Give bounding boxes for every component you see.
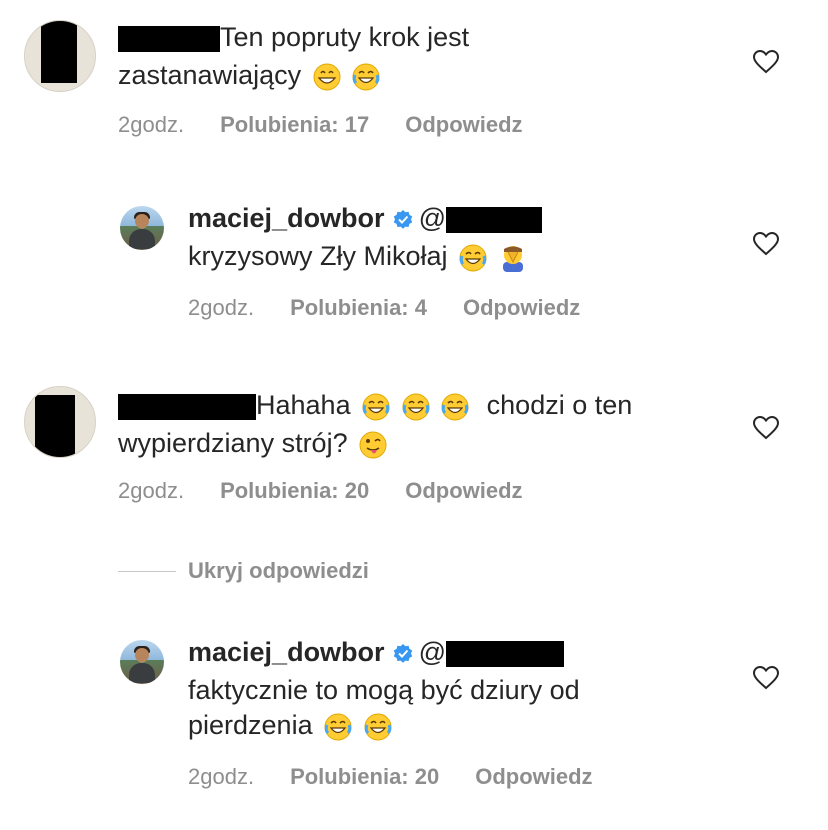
likes-count[interactable]: Polubienia: 20 — [220, 478, 369, 503]
avatar[interactable] — [24, 20, 96, 92]
head — [135, 648, 149, 662]
timestamp: 2godz. — [118, 478, 185, 503]
heart-icon[interactable] — [753, 50, 779, 74]
face-with-tears-of-joy-icon — [362, 393, 390, 421]
avatar[interactable] — [24, 386, 96, 458]
comment-text: faktycznie to mogą być dziury od — [188, 675, 580, 705]
redacted-username — [118, 393, 256, 420]
heart-icon[interactable] — [753, 232, 779, 256]
timestamp: 2godz. — [188, 764, 255, 789]
hide-replies-button[interactable]: Ukryj odpowiedzi — [188, 558, 369, 584]
grinning-face-icon — [313, 63, 341, 91]
winking-face-with-tongue-icon — [359, 431, 387, 459]
comment-text: Ten popruty krok jest — [220, 22, 470, 52]
comment-text: pierdzenia — [188, 710, 313, 740]
man-facepalming-icon — [502, 245, 523, 272]
likes-count[interactable]: Polubienia: 20 — [290, 764, 439, 789]
hide-replies-divider — [118, 571, 176, 572]
likes-count[interactable]: Polubienia: 17 — [220, 112, 369, 137]
verified-badge-icon — [393, 643, 412, 663]
verified-badge-icon — [393, 209, 412, 229]
comment-text: kryzysowy Zły Mikołaj — [188, 241, 448, 271]
comment-text: chodzi o ten — [486, 390, 633, 420]
face-with-tears-of-joy-icon — [402, 393, 430, 421]
face-with-tears-of-joy-icon — [324, 713, 352, 741]
timestamp: 2godz. — [188, 295, 255, 320]
timestamp: 2godz. — [118, 112, 185, 137]
username[interactable]: maciej_dowbor — [188, 203, 385, 233]
redacted-mention — [445, 640, 564, 667]
reply-button[interactable]: Odpowiedz — [405, 112, 522, 137]
head — [135, 214, 149, 228]
body — [129, 229, 155, 249]
face-with-tears-of-joy-icon — [352, 63, 380, 91]
face-with-tears-of-joy-icon — [364, 713, 392, 741]
reply-button[interactable]: Odpowiedz — [405, 478, 522, 503]
heart-icon[interactable] — [753, 416, 779, 440]
avatar[interactable] — [120, 640, 164, 684]
comment-text: zastanawiający — [118, 60, 302, 90]
redacted-mention — [445, 206, 542, 233]
comment-text: Hahaha — [256, 390, 351, 420]
redaction-block — [35, 395, 75, 457]
comment-text: wypierdziany strój? — [118, 428, 348, 458]
body — [129, 663, 155, 683]
mention[interactable]: @ — [419, 203, 446, 233]
heart-icon[interactable] — [753, 666, 779, 690]
likes-count[interactable]: Polubienia: 4 — [290, 295, 427, 320]
reply-button[interactable]: Odpowiedz — [463, 295, 580, 320]
face-with-tears-of-joy-icon — [459, 244, 487, 272]
mention[interactable]: @ — [419, 637, 446, 667]
username[interactable]: maciej_dowbor — [188, 637, 385, 667]
reply-button[interactable]: Odpowiedz — [475, 764, 592, 789]
redacted-username — [118, 25, 220, 52]
redaction-block — [41, 21, 77, 83]
avatar[interactable] — [120, 206, 164, 250]
face-with-tears-of-joy-icon — [441, 393, 469, 421]
